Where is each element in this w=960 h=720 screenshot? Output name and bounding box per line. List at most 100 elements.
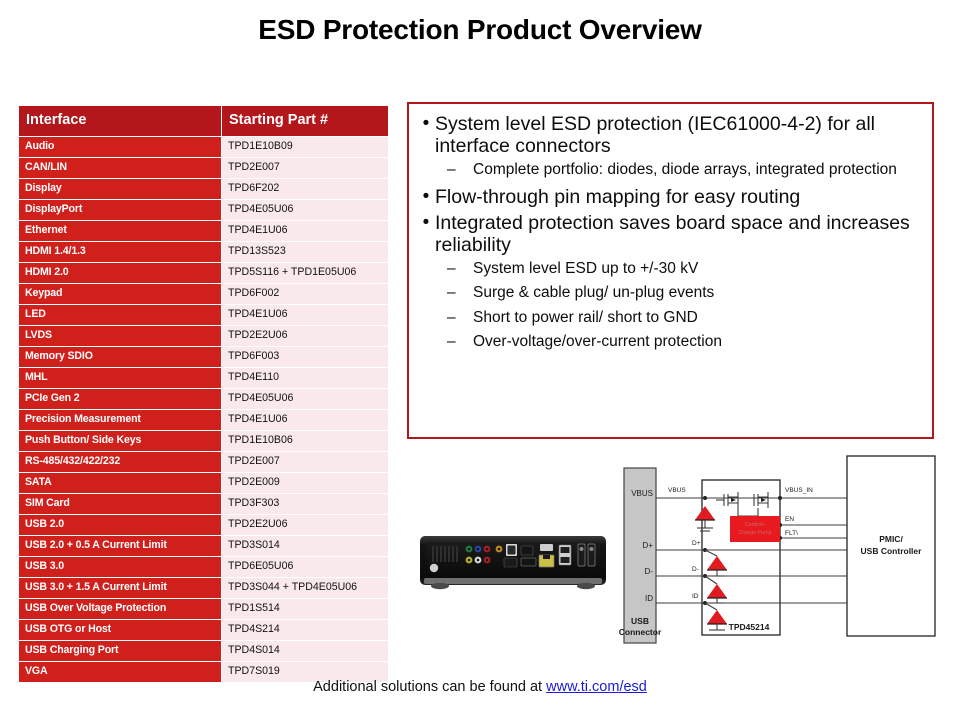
table-row: Precision Measurement TPD4E1U06	[18, 409, 389, 432]
cell-part-number: TPD4E05U06	[221, 199, 389, 222]
features-panel: • System level ESD protection (IEC61000-4…	[407, 102, 934, 439]
ti-esd-link[interactable]: www.ti.com/esd	[546, 679, 647, 695]
cell-part-number: TPD4S014	[221, 640, 389, 663]
cell-interface: USB OTG or Host	[18, 619, 222, 642]
table-row: USB OTG or Host TPD4S214	[18, 619, 389, 642]
table-row: USB Over Voltage Protection TPD1S514	[18, 598, 389, 621]
bullet-item: • Integrated protection saves board space…	[417, 212, 922, 256]
cell-interface: USB Charging Port	[18, 640, 222, 663]
bullet-text: Over-voltage/over-current protection	[473, 333, 722, 351]
control-block-line2: Charge Pump	[738, 530, 771, 536]
pin-label-vbus: VBUS	[631, 489, 653, 498]
control-block-line1: Control+	[745, 522, 766, 528]
cell-part-number: TPD6F003	[221, 346, 389, 369]
dash-marker-icon: –	[447, 308, 456, 326]
cell-interface: USB Over Voltage Protection	[18, 598, 222, 621]
dash-marker-icon: –	[447, 259, 456, 277]
bullet-text: Flow-through pin mapping for easy routin…	[435, 185, 801, 208]
usb-connector-caption-line1: USB	[631, 616, 649, 626]
cell-interface: Push Button/ Side Keys	[18, 430, 222, 453]
cell-interface: USB 2.0 + 0.5 A Current Limit	[18, 535, 222, 558]
table-row: SIM Card TPD3F303	[18, 493, 389, 516]
net-label-vbus-in: VBUS_IN	[785, 487, 813, 494]
table-row: SATA TPD2E009	[18, 472, 389, 495]
set-top-box-photo	[418, 528, 608, 600]
table-row: CAN/LIN TPD2E007	[18, 157, 389, 180]
cell-interface: SATA	[18, 472, 222, 495]
table-row: Display TPD6F202	[18, 178, 389, 201]
usb-protection-schematic: Control+ Charge Pump VBUS D+ D- ID VBUS …	[612, 450, 942, 665]
cell-part-number: TPD4E1U06	[221, 304, 389, 327]
device-part-caption: TPD45214	[729, 622, 770, 632]
cell-part-number: TPD1S514	[221, 598, 389, 621]
cell-part-number: TPD4E1U06	[221, 409, 389, 432]
table-row: LVDS TPD2E2U06	[18, 325, 389, 348]
bullet-marker-icon: •	[422, 185, 430, 207]
table-header-interface: Interface	[18, 104, 222, 138]
net-label-flt: FLT\	[785, 530, 798, 537]
cell-interface: LVDS	[18, 325, 222, 348]
bullet-item: • Flow-through pin mapping for easy routi…	[417, 186, 922, 208]
table-row: Ethernet TPD4E1U06	[18, 220, 389, 243]
bullet-text: Complete portfolio: diodes, diode arrays…	[473, 161, 897, 179]
cell-interface: USB 3.0	[18, 556, 222, 579]
net-label-en: EN	[785, 516, 794, 523]
control-charge-pump-block	[730, 516, 780, 542]
cell-part-number: TPD6E05U06	[221, 556, 389, 579]
sub-bullet-item: – System level ESD up to +/-30 kV	[417, 260, 922, 278]
table-row: RS-485/432/422/232 TPD2E007	[18, 451, 389, 474]
features-bullet-list: • System level ESD protection (IEC61000-4…	[417, 113, 922, 351]
sub-bullet-item: – Over-voltage/over-current protection	[417, 333, 922, 351]
cell-part-number: TPD4E110	[221, 367, 389, 390]
cell-interface: Ethernet	[18, 220, 222, 243]
cell-part-number: TPD3S044 + TPD4E05U06	[221, 577, 389, 600]
cell-part-number: TPD2E2U06	[221, 325, 389, 348]
interface-part-table: Interface Starting Part # Audio TPD1E10B0…	[18, 104, 389, 684]
cell-part-number: TPD3S014	[221, 535, 389, 558]
schematic-svg: Control+ Charge Pump VBUS D+ D- ID VBUS …	[619, 455, 936, 644]
table-row: USB Charging Port TPD4S014	[18, 640, 389, 663]
table-row: HDMI 2.0 TPD5S116 + TPD1E05U06	[18, 262, 389, 285]
cell-interface: Audio	[18, 136, 222, 159]
table-row: USB 2.0 TPD2E2U06	[18, 514, 389, 537]
bullet-text: System level ESD up to +/-30 kV	[473, 259, 699, 277]
cell-interface: MHL	[18, 367, 222, 390]
footer-text: Additional solutions can be found at	[313, 679, 547, 695]
pin-label-id: ID	[645, 594, 653, 603]
dash-marker-icon: –	[447, 333, 456, 351]
cell-interface: HDMI 2.0	[18, 262, 222, 285]
table-row: Push Button/ Side Keys TPD1E10B06	[18, 430, 389, 453]
net-label-dminus: D-	[692, 566, 699, 573]
net-label-vbus: VBUS	[668, 487, 686, 494]
cell-interface: RS-485/432/422/232	[18, 451, 222, 474]
table-row: PCIe Gen 2 TPD4E05U06	[18, 388, 389, 411]
sub-bullet-item: – Surge & cable plug/ un-plug events	[417, 284, 922, 302]
cell-part-number: TPD6F002	[221, 283, 389, 306]
bullet-text: Surge & cable plug/ un-plug events	[473, 284, 715, 302]
bullet-text: System level ESD protection (IEC61000-4-…	[435, 113, 876, 158]
table-row: Audio TPD1E10B09	[18, 136, 389, 159]
cell-part-number: TPD13S523	[221, 241, 389, 264]
bullet-marker-icon: •	[422, 113, 430, 134]
cell-interface: Precision Measurement	[18, 409, 222, 432]
table-row: HDMI 1.4/1.3 TPD13S523	[18, 241, 389, 264]
sub-bullet-item: – Short to power rail/ short to GND	[417, 309, 922, 327]
cell-part-number: TPD2E007	[221, 157, 389, 180]
usb-connector-caption-line2: Connector	[619, 627, 662, 637]
cell-part-number: TPD1E10B06	[221, 430, 389, 453]
cell-interface: CAN/LIN	[18, 157, 222, 180]
net-label-dplus: D+	[692, 540, 701, 547]
cell-part-number: TPD2E2U06	[221, 514, 389, 537]
net-label-id: ID	[692, 593, 699, 600]
table-row: Memory SDIO TPD6F003	[18, 346, 389, 369]
dash-marker-icon: –	[447, 284, 456, 302]
table-row: LED TPD4E1U06	[18, 304, 389, 327]
cell-part-number: TPD5S116 + TPD1E05U06	[221, 262, 389, 285]
cell-interface: USB 3.0 + 1.5 A Current Limit	[18, 577, 222, 600]
sub-bullet-item: – Complete portfolio: diodes, diode array…	[417, 161, 922, 179]
dash-marker-icon: –	[447, 161, 456, 179]
bullet-text: Short to power rail/ short to GND	[473, 308, 698, 326]
cell-interface: Memory SDIO	[18, 346, 222, 369]
cell-interface: SIM Card	[18, 493, 222, 516]
footer-note: Additional solutions can be found at www…	[0, 679, 960, 695]
